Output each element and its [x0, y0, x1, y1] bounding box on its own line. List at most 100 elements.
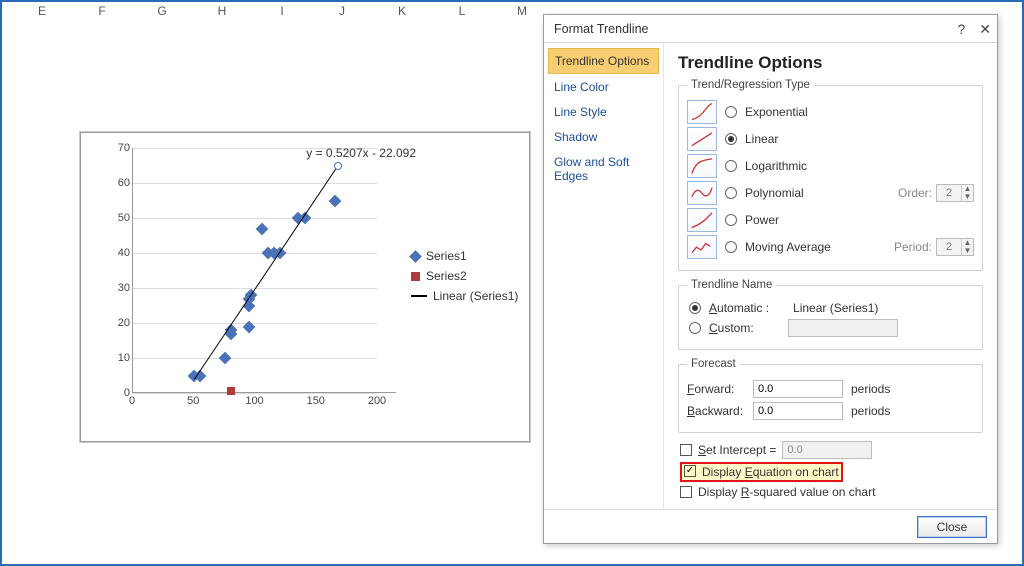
y-tick: 50	[106, 212, 130, 224]
series1-point[interactable]	[329, 194, 342, 207]
checkbox-set-intercept[interactable]	[680, 444, 692, 456]
name-custom-row[interactable]: Custom:	[687, 319, 974, 337]
y-tick: 10	[106, 352, 130, 364]
display-equation-row[interactable]: Display Equation on chart	[680, 462, 983, 482]
display-equation-label: Display Equation on chart	[702, 465, 839, 479]
nav-glow-soft-edges[interactable]: Glow and Soft Edges	[548, 150, 659, 188]
series1-point[interactable]	[255, 222, 268, 235]
radio-exponential[interactable]	[725, 106, 737, 118]
series1-point[interactable]	[219, 352, 232, 365]
col-I[interactable]: I	[252, 4, 312, 24]
radio-polynomial[interactable]	[725, 187, 737, 199]
display-r2-row[interactable]: Display R-squared value on chart	[680, 485, 983, 499]
name-automatic-label: Automatic :	[709, 301, 769, 315]
set-intercept-row[interactable]: Set Intercept =	[680, 441, 983, 459]
checkbox-display-equation[interactable]	[684, 465, 696, 477]
nav-line-color[interactable]: Line Color	[548, 75, 659, 99]
type-moving-average[interactable]: Moving Average Period: ▲▼	[687, 235, 974, 259]
polynomial-icon	[687, 181, 717, 205]
nav-trendline-options[interactable]: Trendline Options	[548, 48, 659, 74]
dialog-pane: Trendline Options Trend/Regression Type …	[664, 43, 997, 509]
order-spinner[interactable]: ▲▼	[936, 184, 974, 202]
dialog-titlebar[interactable]: Format Trendline ? ✕	[544, 15, 997, 43]
period-label: Period:	[894, 240, 932, 254]
exponential-icon	[687, 100, 717, 124]
set-intercept-label: Set Intercept =	[698, 443, 776, 457]
y-tick: 0	[106, 387, 130, 399]
trendline-equation-label[interactable]: y = 0.5207x - 22.092	[306, 146, 416, 160]
forecast-group: Forecast Forward: periods Backward: peri…	[678, 358, 983, 433]
col-E[interactable]: E	[12, 4, 72, 24]
nav-line-style[interactable]: Line Style	[548, 100, 659, 124]
embedded-chart[interactable]: 010203040506070 y = 0.5207x - 22.092 050…	[80, 132, 530, 442]
y-axis: 010203040506070	[106, 148, 132, 393]
period-spinner[interactable]: ▲▼	[936, 238, 974, 256]
col-G[interactable]: G	[132, 4, 192, 24]
trendline[interactable]	[194, 166, 338, 380]
legend-item-series1[interactable]: Series1	[411, 249, 521, 263]
col-L[interactable]: L	[432, 4, 492, 24]
forecast-forward-label: Forward:	[687, 382, 745, 396]
power-icon	[687, 208, 717, 232]
y-tick: 20	[106, 317, 130, 329]
forecast-backward-input[interactable]	[753, 402, 843, 420]
logarithmic-icon	[687, 154, 717, 178]
type-polynomial[interactable]: Polynomial Order: ▲▼	[687, 181, 974, 205]
forecast-forward-unit: periods	[851, 382, 890, 396]
spreadsheet-column-headers: E F G H I J K L M	[12, 4, 552, 24]
radio-power[interactable]	[725, 214, 737, 226]
x-axis: 0 50 100 150 200	[132, 393, 396, 413]
help-icon[interactable]: ?	[957, 15, 965, 43]
name-automatic-row[interactable]: Automatic : Linear (Series1)	[687, 301, 974, 315]
forecast-backward-unit: periods	[851, 404, 890, 418]
set-intercept-input[interactable]	[782, 441, 872, 459]
radio-moving-average[interactable]	[725, 241, 737, 253]
col-J[interactable]: J	[312, 4, 372, 24]
chart-legend[interactable]: Series1 Series2 Linear (Series1)	[411, 243, 521, 309]
moving-average-icon	[687, 235, 717, 259]
dialog-title: Format Trendline	[554, 15, 648, 43]
legend-item-trendline[interactable]: Linear (Series1)	[411, 289, 521, 303]
type-logarithmic[interactable]: Logarithmic	[687, 154, 974, 178]
radio-logarithmic[interactable]	[725, 160, 737, 172]
regression-type-legend: Trend/Regression Type	[687, 79, 814, 91]
trendline-endpoint[interactable]	[334, 162, 342, 170]
type-linear[interactable]: Linear	[687, 127, 974, 151]
series1-point[interactable]	[243, 320, 256, 333]
linear-icon	[687, 127, 717, 151]
display-r2-label: Display R-squared value on chart	[698, 485, 875, 499]
x-tick: 150	[307, 395, 325, 407]
col-H[interactable]: H	[192, 4, 252, 24]
y-tick: 60	[106, 177, 130, 189]
nav-shadow[interactable]: Shadow	[548, 125, 659, 149]
order-input[interactable]	[937, 186, 961, 200]
dialog-nav: Trendline Options Line Color Line Style …	[544, 43, 664, 509]
col-F[interactable]: F	[72, 4, 132, 24]
trendline-name-group: Trendline Name Automatic : Linear (Serie…	[678, 279, 983, 350]
chart-plot-area[interactable]: 010203040506070 y = 0.5207x - 22.092 050…	[106, 148, 396, 413]
x-tick: 50	[187, 395, 199, 407]
x-tick: 200	[368, 395, 386, 407]
type-exponential[interactable]: Exponential	[687, 100, 974, 124]
radio-linear[interactable]	[725, 133, 737, 145]
period-input[interactable]	[937, 240, 961, 254]
plot-inner: y = 0.5207x - 22.092	[132, 148, 396, 393]
x-tick: 0	[129, 395, 135, 407]
close-icon[interactable]: ✕	[979, 15, 991, 43]
close-button[interactable]: Close	[917, 516, 987, 538]
col-K[interactable]: K	[372, 4, 432, 24]
legend-item-series2[interactable]: Series2	[411, 269, 521, 283]
dialog-footer: Close	[544, 509, 997, 543]
checkbox-display-r2[interactable]	[680, 486, 692, 498]
trendline-name-legend: Trendline Name	[687, 279, 776, 291]
forecast-backward-label: Backward:	[687, 404, 745, 418]
forecast-forward-input[interactable]	[753, 380, 843, 398]
radio-name-automatic[interactable]	[689, 302, 701, 314]
pane-title: Trendline Options	[678, 53, 983, 73]
y-tick: 30	[106, 282, 130, 294]
radio-name-custom[interactable]	[689, 322, 701, 334]
type-power[interactable]: Power	[687, 208, 974, 232]
x-tick: 100	[245, 395, 263, 407]
name-custom-input[interactable]	[788, 319, 898, 337]
format-trendline-dialog: Format Trendline ? ✕ Trendline Options L…	[543, 14, 998, 544]
